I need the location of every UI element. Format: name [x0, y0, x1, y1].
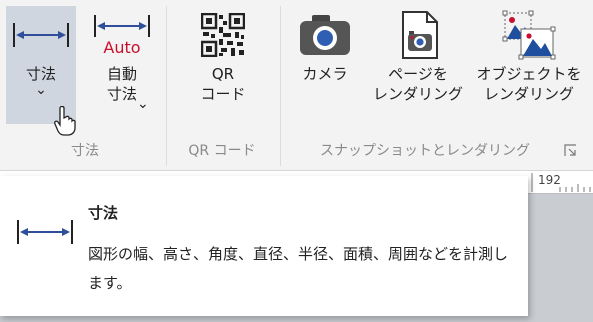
- dimension-icon: [16, 218, 74, 250]
- render-page-icon: [395, 6, 441, 64]
- group-label-measure: 寸法: [71, 143, 99, 159]
- render-object-button-label: オブジェクトを レンダリング: [476, 65, 582, 103]
- qr-code-button[interactable]: QR コード: [186, 6, 260, 124]
- hand-pointer-icon: [54, 106, 76, 136]
- render-object-icon: [501, 6, 557, 64]
- camera-icon: [298, 6, 352, 64]
- chevron-down-icon: ⌄: [35, 82, 47, 98]
- auto-dimension-icon: Auto: [93, 6, 151, 64]
- render-object-button[interactable]: オブジェクトを レンダリング: [474, 6, 584, 124]
- render-page-button-label: ページを レンダリング: [372, 65, 463, 103]
- camera-button[interactable]: カメラ: [292, 6, 358, 124]
- tooltip-title: 寸法: [88, 204, 119, 222]
- render-page-button[interactable]: ページを レンダリング: [368, 6, 468, 124]
- camera-button-label: カメラ: [302, 65, 348, 83]
- group-separator: [166, 6, 167, 166]
- qr-code-button-label: QR コード: [200, 65, 246, 103]
- group-label-qr: QR コード: [188, 143, 256, 159]
- ruler-number: 192: [538, 173, 561, 187]
- ribbon: 寸法 ⌄ Auto 自動 寸法 ⌄ 寸法 QR コード QR コード カメラ ペ…: [0, 0, 593, 171]
- group-label-snapshot: スナップショットとレンダリング: [320, 143, 530, 159]
- auto-text: Auto: [103, 38, 141, 57]
- dimension-button-label: 寸法: [25, 65, 56, 83]
- auto-dimension-button-label: 自動 寸法: [106, 65, 137, 103]
- tooltip: 寸法 図形の幅、高さ、角度、直径、半径、面積、周囲などを計測します。: [0, 176, 528, 316]
- chevron-down-icon: ⌄: [137, 96, 149, 112]
- group-separator: [280, 6, 281, 166]
- dialog-launcher-icon[interactable]: [564, 144, 577, 157]
- tooltip-body: 図形の幅、高さ、角度、直径、半径、面積、周囲などを計測します。: [88, 245, 509, 292]
- dimension-icon: [12, 6, 70, 64]
- qr-code-icon: [201, 6, 245, 64]
